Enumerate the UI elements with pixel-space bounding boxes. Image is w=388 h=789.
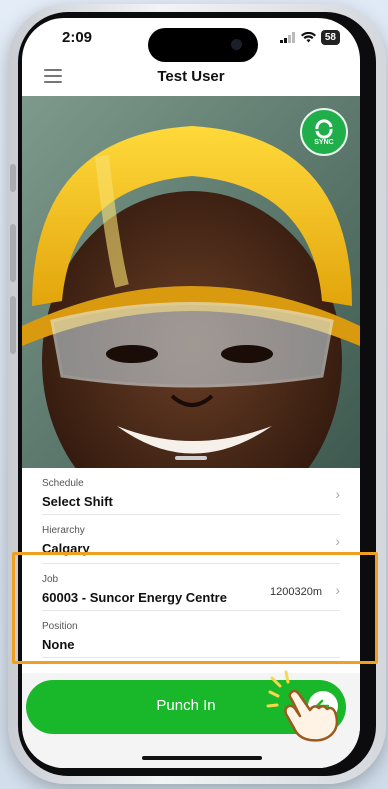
chevron-right-icon: › bbox=[335, 533, 340, 549]
pointing-hand-icon bbox=[266, 670, 339, 742]
status-icons: 58 bbox=[279, 30, 340, 45]
page-title: Test User bbox=[157, 68, 225, 85]
sync-label: SYNC bbox=[314, 139, 334, 146]
job-position-highlight bbox=[12, 552, 378, 664]
user-photo: SYNC bbox=[22, 96, 360, 468]
battery-icon: 58 bbox=[320, 30, 340, 45]
hierarchy-label: Hierarchy bbox=[42, 525, 85, 536]
sync-button[interactable]: SYNC bbox=[300, 108, 348, 156]
app-header: Test User bbox=[22, 62, 360, 96]
mute-switch bbox=[10, 164, 16, 192]
signal-icon bbox=[279, 32, 295, 43]
chevron-right-icon: › bbox=[335, 486, 340, 502]
volume-down-button bbox=[10, 296, 16, 354]
home-indicator bbox=[142, 756, 262, 760]
schedule-field[interactable]: Schedule Select Shift › bbox=[42, 468, 340, 515]
schedule-label: Schedule bbox=[42, 478, 84, 489]
status-time: 2:09 bbox=[62, 29, 93, 46]
sheet-drag-handle[interactable] bbox=[175, 456, 207, 460]
wifi-icon bbox=[300, 32, 316, 43]
volume-up-button bbox=[10, 224, 16, 282]
dynamic-island bbox=[148, 28, 258, 62]
sync-icon bbox=[315, 119, 333, 139]
front-camera bbox=[231, 39, 242, 50]
worker-portrait-image bbox=[22, 96, 360, 468]
schedule-value: Select Shift bbox=[42, 494, 113, 509]
status-bar: 2:09 58 bbox=[22, 18, 360, 62]
